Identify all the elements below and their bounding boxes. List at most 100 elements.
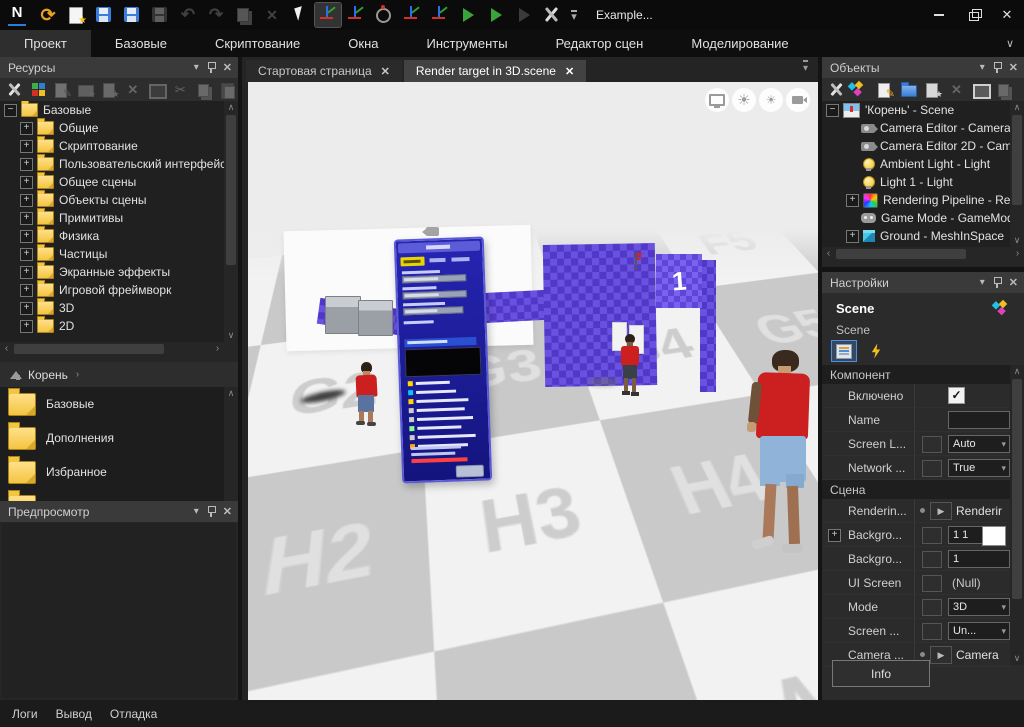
expand-reference-button[interactable]: ▶ — [930, 502, 952, 520]
folder-button[interactable] — [898, 80, 919, 100]
save-as-button[interactable] — [119, 3, 145, 27]
expand-reference-button[interactable]: ▶ — [930, 646, 952, 664]
color-value-field[interactable]: 1 1 — [948, 526, 984, 544]
object-tree-item[interactable]: Camera Editor - Camera — [822, 119, 1010, 137]
select-tool-button[interactable] — [287, 3, 313, 27]
tab-list-icon[interactable] — [803, 60, 818, 82]
menu-item-Редактор сцен[interactable]: Редактор сцен — [532, 30, 668, 57]
expander-icon[interactable]: + — [828, 529, 841, 542]
lighting-button[interactable] — [759, 88, 783, 112]
display-mode-button[interactable] — [705, 88, 729, 112]
dropdown[interactable]: 3D▾ — [948, 598, 1010, 616]
property-default-box[interactable] — [922, 436, 942, 453]
close-icon[interactable]: ✕ — [223, 61, 232, 74]
new-resource-button[interactable] — [28, 80, 49, 100]
rotate-tool-button[interactable] — [343, 3, 369, 27]
expander-icon[interactable]: + — [20, 284, 33, 297]
toolbar-overflow-button[interactable] — [567, 3, 581, 27]
tree-item[interactable]: +Общие — [0, 119, 224, 137]
expander-icon[interactable]: + — [20, 302, 33, 315]
objects-tree-hscrollbar[interactable]: ‹› — [822, 247, 1024, 261]
tree-item[interactable]: +Примитивы — [0, 209, 224, 227]
resources-tree-vscrollbar[interactable]: ∧∨ — [224, 101, 238, 342]
object-tree-item[interactable]: Camera Editor 2D - Cam — [822, 137, 1010, 155]
panel-menu-icon[interactable]: ▾ — [194, 62, 199, 73]
resources-tree-hscrollbar[interactable]: ‹› — [0, 342, 238, 356]
panel-menu-icon[interactable]: ▾ — [194, 506, 199, 517]
object-tree-item[interactable]: −'Корень' - Scene — [822, 101, 1010, 119]
minimize-button[interactable] — [922, 0, 956, 30]
menu-item-Скриптование[interactable]: Скриптование — [191, 30, 324, 57]
expander-icon[interactable]: + — [846, 194, 859, 207]
expander-icon[interactable]: + — [20, 194, 33, 207]
expander-icon[interactable]: + — [20, 158, 33, 171]
menu-item-Моделирование[interactable]: Моделирование — [667, 30, 812, 57]
folder-list-item[interactable]: Избранное — [0, 455, 224, 489]
expander-icon[interactable]: + — [20, 176, 33, 189]
objects-tree-vscrollbar[interactable]: ∧∨ — [1010, 101, 1024, 247]
close-icon[interactable]: ✕ — [1009, 276, 1018, 289]
dropdown[interactable]: Un...▾ — [948, 622, 1010, 640]
tree-item[interactable]: +Физика — [0, 227, 224, 245]
close-icon[interactable]: ✕ — [223, 505, 232, 518]
pin-icon[interactable] — [207, 506, 215, 517]
expander-icon[interactable]: + — [20, 266, 33, 279]
object-tree-item[interactable]: +Rendering Pipeline - Ren — [822, 191, 1010, 209]
property-default-box[interactable] — [922, 460, 942, 477]
menu-item-Проект[interactable]: Проект — [0, 30, 91, 57]
edit-button[interactable] — [874, 80, 895, 100]
save-button[interactable] — [91, 3, 117, 27]
folder-list-item[interactable]: Базовые — [0, 387, 224, 421]
color-swatch[interactable] — [982, 526, 1006, 546]
tree-item[interactable]: +Пользовательский интерфейс — [0, 155, 224, 173]
transform-tool-button[interactable] — [427, 3, 453, 27]
property-default-box[interactable] — [922, 599, 942, 616]
text-field[interactable] — [948, 411, 1010, 429]
checkbox[interactable]: ✓ — [948, 387, 965, 404]
pin-icon[interactable] — [993, 277, 1001, 288]
breadcrumb[interactable]: Корень › — [0, 362, 238, 387]
statusbar-tab-Вывод[interactable]: Вывод — [56, 707, 92, 721]
play-2-button[interactable] — [483, 3, 509, 27]
tab-close-icon[interactable]: ✕ — [565, 65, 574, 78]
tree-item[interactable]: +Объекты сцены — [0, 191, 224, 209]
panel-menu-icon[interactable]: ▾ — [980, 277, 985, 288]
tree-item[interactable]: +Экранные эффекты — [0, 263, 224, 281]
close-icon[interactable]: ✕ — [1009, 61, 1018, 74]
text-field[interactable]: 1 — [948, 550, 1010, 568]
tree-item[interactable]: +2D — [0, 317, 224, 335]
scene-viewport[interactable]: F3F4F5F6F7F8F1F2F3F4F5F6F7F8F1F2F3F4G3G4… — [248, 82, 818, 700]
expander-icon[interactable]: − — [826, 104, 839, 117]
brightness-button[interactable] — [732, 88, 756, 112]
settings-vscrollbar[interactable]: ∧∨ — [1010, 365, 1024, 665]
property-default-box[interactable] — [922, 623, 942, 640]
tools-wrench-button[interactable] — [4, 80, 25, 100]
menu-collapse-chevron-icon[interactable]: ∨ — [1006, 30, 1024, 57]
expander-icon[interactable]: + — [20, 230, 33, 243]
refresh-button[interactable] — [35, 3, 61, 27]
property-default-box[interactable] — [922, 527, 942, 544]
object-tree-item[interactable]: +Ground - MeshInSpace — [822, 227, 1010, 245]
properties-tab[interactable] — [832, 341, 856, 361]
tools-wrench-button[interactable] — [826, 80, 847, 100]
expander-icon[interactable]: + — [20, 212, 33, 225]
close-button[interactable] — [990, 0, 1024, 30]
new-object-button[interactable] — [850, 80, 871, 100]
tools-button[interactable] — [539, 3, 565, 27]
play-button[interactable] — [455, 3, 481, 27]
rename-button[interactable] — [970, 80, 991, 100]
info-button[interactable]: Info — [832, 660, 930, 687]
expander-icon[interactable]: + — [20, 140, 33, 153]
menu-item-Базовые[interactable]: Базовые — [91, 30, 191, 57]
dropdown[interactable]: True▾ — [948, 459, 1010, 477]
tree-item[interactable]: +Общее сцены — [0, 173, 224, 191]
expander-icon[interactable]: + — [846, 230, 859, 243]
neoaxis-logo[interactable]: N — [8, 4, 26, 26]
orbit-tool-button[interactable] — [371, 3, 397, 27]
document-tab[interactable]: Стартовая страница✕ — [246, 60, 402, 82]
tree-item[interactable]: +Скриптование — [0, 137, 224, 155]
restore-button[interactable] — [956, 0, 990, 30]
new-file-button[interactable] — [922, 80, 943, 100]
object-tree-item[interactable]: Light 1 - Light — [822, 173, 1010, 191]
tree-item[interactable]: +Игровой фреймворк — [0, 281, 224, 299]
